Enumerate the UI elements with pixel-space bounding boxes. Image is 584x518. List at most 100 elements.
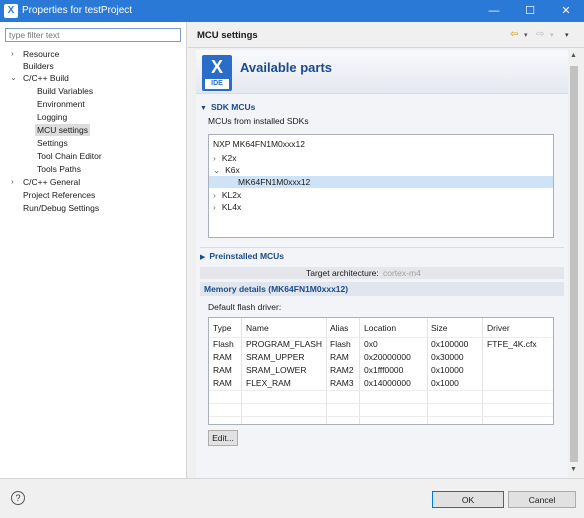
column-header-location[interactable]: Location: [364, 322, 396, 334]
tree-item-environment[interactable]: Environment: [37, 98, 85, 110]
cell-location: 0x1fff0000: [364, 365, 404, 375]
cell-alias: Flash: [330, 339, 351, 349]
scrollbar-thumb[interactable]: [570, 66, 578, 462]
tree-item-k2x[interactable]: › K2x: [209, 152, 553, 164]
cell-location: 0x0: [364, 339, 378, 349]
forward-menu-chevron-icon[interactable]: ▾: [550, 31, 554, 39]
column-header-alias[interactable]: Alias: [330, 322, 348, 334]
row-divider: [209, 390, 553, 391]
vertical-scrollbar[interactable]: ▲ ▼: [568, 50, 580, 478]
edit-memory-button[interactable]: Edit...: [208, 430, 238, 446]
k6x-label: K6x: [225, 165, 240, 175]
target-architecture-value: cortex-m4: [383, 268, 421, 278]
page-header: MCU settings ⇦ ▾ ⇨ ▾ ▾: [188, 22, 584, 48]
tree-item-mcu-settings[interactable]: MCU settings: [35, 124, 91, 136]
ok-button[interactable]: OK: [432, 491, 504, 508]
row-divider: [209, 403, 553, 404]
app-icon: X: [4, 4, 18, 18]
caret-right-icon: ▶: [200, 254, 206, 261]
kl2x-label: KL2x: [221, 190, 242, 200]
dialog-button-bar: ? OK Cancel: [0, 478, 584, 518]
page-title: MCU settings: [197, 30, 258, 41]
cell-name: FLEX_RAM: [246, 378, 291, 388]
sdk-mcus-description: MCUs from installed SDKs: [208, 116, 309, 126]
cell-type: RAM: [213, 352, 232, 362]
window-title: Properties for testProject: [22, 5, 133, 16]
forward-arrow-icon[interactable]: ⇨: [536, 29, 544, 40]
caret-down-icon: ▼: [200, 105, 207, 112]
property-tree-panel: › Resource Builders ⌄ C/C++ Build Build …: [0, 22, 187, 478]
column-header-name[interactable]: Name: [246, 322, 269, 334]
cell-alias: RAM2: [330, 365, 354, 375]
scroll-down-icon[interactable]: ▼: [570, 466, 577, 473]
cell-location: 0x20000000: [364, 352, 411, 362]
cancel-button[interactable]: Cancel: [508, 491, 576, 508]
tree-item-settings[interactable]: Settings: [37, 137, 68, 149]
column-header-type[interactable]: Type: [213, 322, 231, 334]
cell-alias: RAM: [330, 352, 349, 362]
kl4x-label: KL4x: [221, 202, 242, 212]
tree-item-tools-paths[interactable]: Tools Paths: [37, 163, 81, 175]
logo-letter: X: [210, 57, 223, 77]
close-button[interactable]: ✕: [548, 0, 584, 22]
cell-size: 0x100000: [431, 339, 469, 349]
title-bar: X Properties for testProject — ☐ ✕: [0, 0, 584, 22]
tree-item-kl4x[interactable]: › KL4x: [209, 201, 553, 213]
target-architecture-label: Target architecture:: [306, 268, 379, 278]
cell-location: 0x14000000: [364, 378, 411, 388]
sdk-mcus-section-header[interactable]: ▼ SDK MCUs: [200, 101, 566, 114]
tree-item-builders[interactable]: Builders: [23, 60, 54, 72]
tree-item-project-references[interactable]: Project References: [23, 189, 95, 201]
minimize-button[interactable]: —: [476, 0, 512, 22]
preinstalled-mcus-section-header[interactable]: ▶ Preinstalled MCUs: [200, 250, 566, 263]
ide-logo: X IDE: [202, 55, 232, 91]
maximize-button[interactable]: ☐: [512, 0, 548, 22]
default-flash-driver-label: Default flash driver:: [208, 302, 282, 312]
back-arrow-icon[interactable]: ⇦: [510, 29, 518, 40]
tree-item-resource[interactable]: Resource: [23, 48, 59, 60]
k2x-label: K2x: [221, 153, 237, 163]
tree-item-sdk-root[interactable]: NXP MK64FN1M0xxx12: [209, 138, 553, 150]
banner-title: Available parts: [240, 60, 333, 75]
memory-details-section-header[interactable]: Memory details (MK64FN1M0xxx12): [200, 282, 564, 296]
mcu-settings-content: X IDE Available parts ▼ SDK MCUs MCUs fro…: [196, 50, 568, 478]
tree-item-kl2x[interactable]: › KL2x: [209, 189, 553, 201]
tree-item-run-debug-settings[interactable]: Run/Debug Settings: [23, 202, 99, 214]
memory-table[interactable]: Type Name Alias Location Size Driver Fla…: [208, 317, 554, 425]
view-menu-icon[interactable]: ▾: [565, 31, 569, 39]
cell-name: SRAM_UPPER: [246, 352, 305, 362]
tree-item-cc-general[interactable]: C/C++ General: [23, 176, 80, 188]
tree-item-tool-chain-editor[interactable]: Tool Chain Editor: [37, 150, 102, 162]
filter-input[interactable]: [5, 28, 181, 42]
column-divider: [482, 318, 483, 424]
cell-size: 0x10000: [431, 365, 464, 375]
cell-driver: FTFE_4K.cfx: [487, 339, 537, 349]
column-divider: [359, 318, 360, 424]
help-icon[interactable]: ?: [11, 491, 25, 505]
cell-type: Flash: [213, 339, 234, 349]
tree-item-cc-build[interactable]: C/C++ Build: [23, 72, 69, 84]
tree-item-k6x[interactable]: ⌄ K6x: [209, 164, 553, 176]
column-header-size[interactable]: Size: [431, 322, 448, 334]
cell-type: RAM: [213, 378, 232, 388]
scroll-up-icon[interactable]: ▲: [570, 52, 577, 59]
chevron-down-icon[interactable]: ⌄: [10, 72, 17, 84]
sdk-mcus-title: SDK MCUs: [210, 102, 256, 112]
tree-item-logging[interactable]: Logging: [37, 111, 67, 123]
chevron-right-icon[interactable]: ›: [11, 48, 14, 60]
tree-item-selected-part[interactable]: MK64FN1M0xxx12: [209, 176, 553, 188]
back-menu-chevron-icon[interactable]: ▾: [524, 31, 528, 39]
chevron-down-icon: ⌄: [213, 165, 221, 175]
target-architecture-row: Target architecture: cortex-m4: [200, 267, 564, 279]
cell-name: SRAM_LOWER: [246, 365, 307, 375]
column-header-driver[interactable]: Driver: [487, 322, 510, 334]
memory-details-title: Memory details (MK64FN1M0xxx12): [204, 284, 349, 294]
preinstalled-mcus-title: Preinstalled MCUs: [209, 251, 285, 261]
column-divider: [427, 318, 428, 424]
logo-label: IDE: [205, 79, 229, 89]
sdk-parts-tree[interactable]: NXP MK64FN1M0xxx12 › K2x ⌄ K6x MK64FN1M0xx…: [208, 134, 554, 238]
cell-type: RAM: [213, 365, 232, 375]
cell-size: 0x30000: [431, 352, 464, 362]
chevron-right-icon[interactable]: ›: [11, 176, 14, 188]
tree-item-build-variables[interactable]: Build Variables: [37, 85, 93, 97]
